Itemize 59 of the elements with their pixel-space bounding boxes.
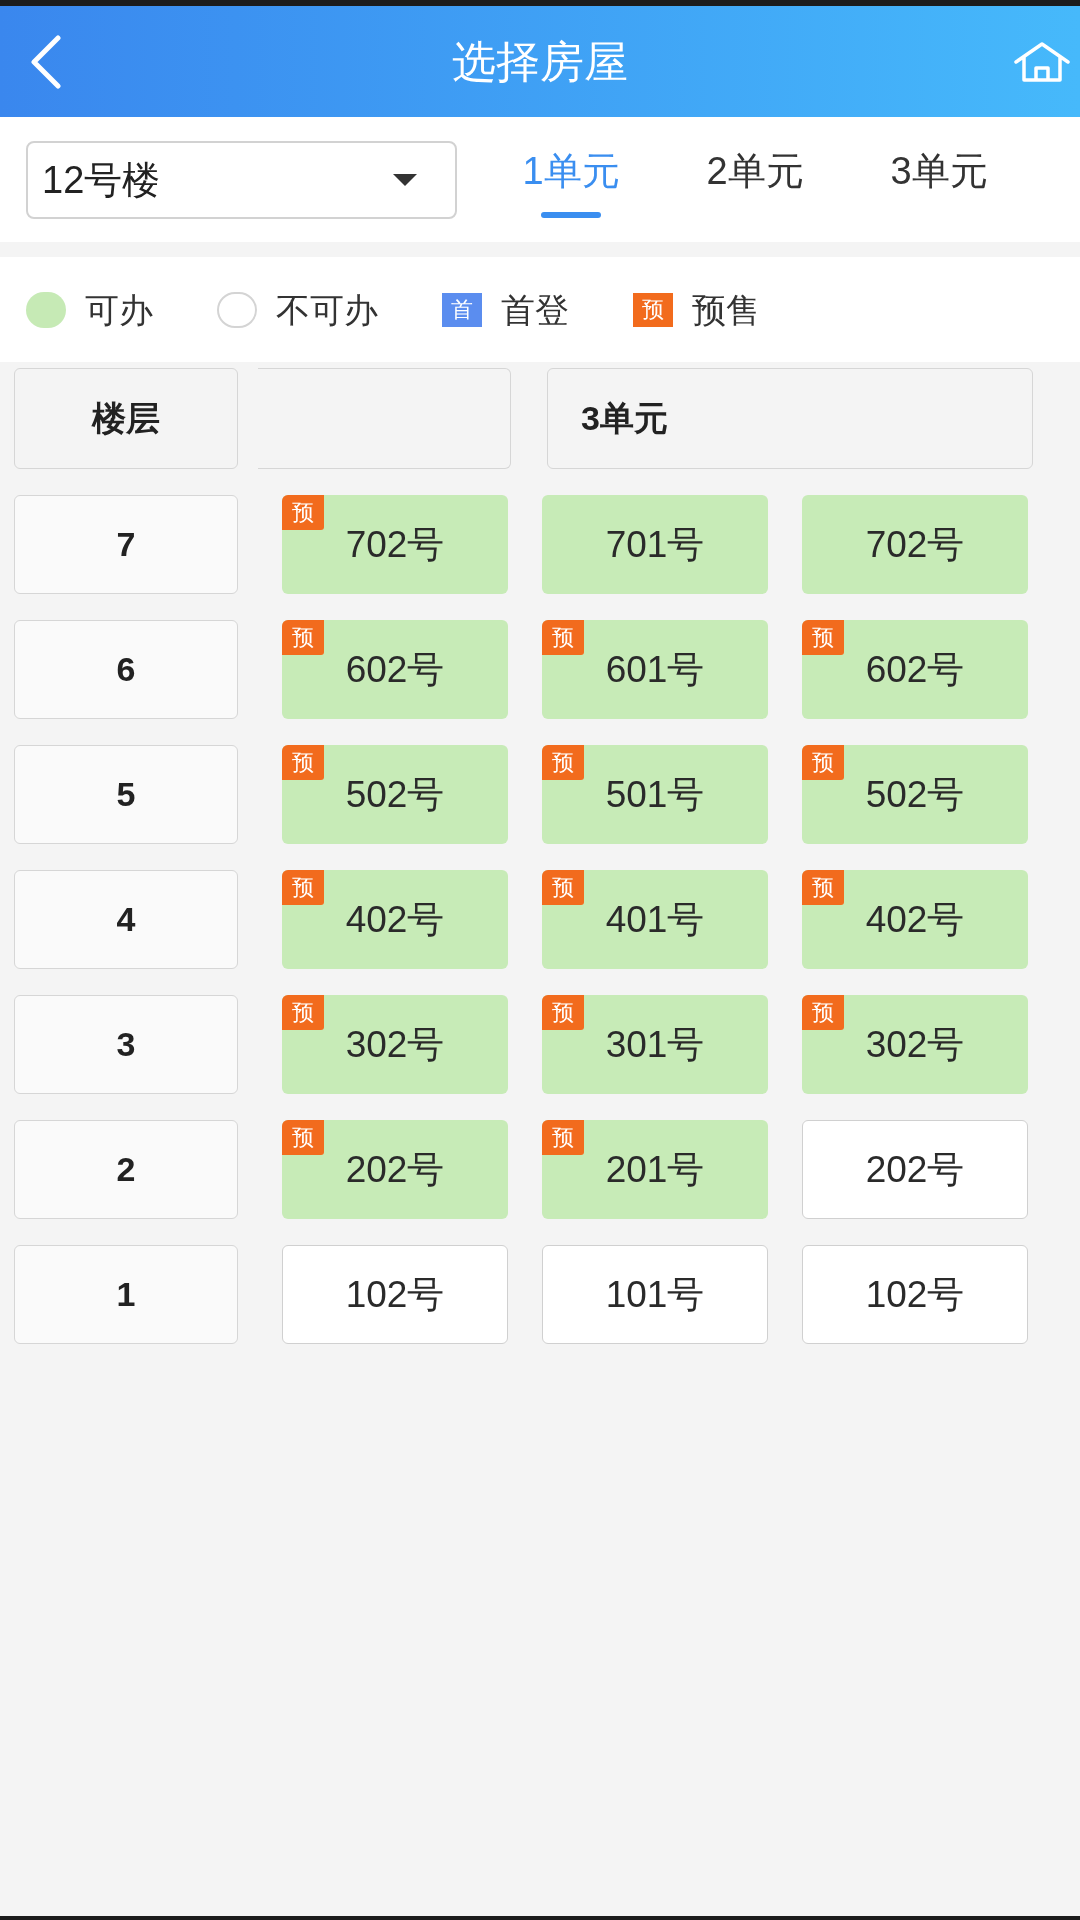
room-button[interactable]: 102号 — [802, 1245, 1028, 1344]
room-button[interactable]: 302号 预 — [802, 995, 1028, 1094]
room-button[interactable]: 102号 — [282, 1245, 508, 1344]
presale-tag: 预 — [802, 745, 844, 780]
room-button[interactable]: 101号 — [542, 1245, 768, 1344]
presale-tag: 预 — [282, 745, 324, 780]
legend-ring-icon — [217, 291, 257, 328]
caret-icon — [393, 174, 417, 186]
room-button[interactable]: 202号 预 — [282, 1120, 508, 1219]
presale-tag: 预 — [282, 620, 324, 655]
floor-cell: 7 — [14, 495, 238, 594]
room-button[interactable]: 302号 预 — [282, 995, 508, 1094]
presale-tag: 预 — [802, 870, 844, 905]
room-button[interactable]: 402号 预 — [282, 870, 508, 969]
room-button[interactable]: 601号 预 — [542, 620, 768, 719]
presale-tag: 预 — [542, 995, 584, 1030]
room-button[interactable]: 702号 — [802, 495, 1028, 594]
unit-tab[interactable]: 3单元 — [847, 117, 1031, 218]
presale-tag: 预 — [542, 620, 584, 655]
floor-cell: 5 — [14, 745, 238, 844]
column-header: 3单元 — [547, 368, 1033, 469]
floor-cell: 3 — [14, 995, 238, 1094]
presale-tag: 预 — [282, 870, 324, 905]
room-button[interactable]: 502号 预 — [802, 745, 1028, 844]
presale-tag: 预 — [542, 1120, 584, 1155]
legend-label: 预售 — [692, 289, 760, 331]
legend-label: 首登 — [501, 289, 569, 331]
presale-tag: 预 — [282, 995, 324, 1030]
floor-cell: 6 — [14, 620, 238, 719]
column-header: 楼层 — [14, 368, 238, 469]
floor-cell: 1 — [14, 1245, 238, 1344]
home-icon — [1014, 41, 1070, 82]
unit-tab[interactable]: 2单元 — [663, 117, 847, 218]
room-button[interactable]: 402号 预 — [802, 870, 1028, 969]
presale-tag: 预 — [802, 995, 844, 1030]
room-button[interactable]: 701号 — [542, 495, 768, 594]
page-title: 选择房屋 — [451, 35, 629, 88]
legend-label: 可办 — [85, 289, 153, 331]
room-button[interactable]: 202号 — [802, 1120, 1028, 1219]
legend-tag: 首 — [442, 292, 482, 327]
room-button[interactable]: 502号 预 — [282, 745, 508, 844]
room-button[interactable]: 401号 预 — [542, 870, 768, 969]
legend-tag: 预 — [633, 292, 673, 327]
room-button[interactable]: 501号 预 — [542, 745, 768, 844]
room-button[interactable]: 602号 预 — [802, 620, 1028, 719]
floor-cell: 4 — [14, 870, 238, 969]
presale-tag: 预 — [542, 870, 584, 905]
presale-tag: 预 — [282, 495, 324, 530]
legend-label: 不可办 — [276, 289, 378, 331]
room-button[interactable]: 602号 预 — [282, 620, 508, 719]
presale-tag: 预 — [542, 745, 584, 780]
presale-tag: 预 — [802, 620, 844, 655]
back-icon — [31, 34, 61, 89]
room-button[interactable]: 301号 预 — [542, 995, 768, 1094]
presale-tag: 预 — [282, 1120, 324, 1155]
floor-cell: 2 — [14, 1120, 238, 1219]
room-button[interactable]: 201号 预 — [542, 1120, 768, 1219]
building-select[interactable]: 12号楼 — [26, 141, 457, 219]
room-button[interactable]: 702号 预 — [282, 495, 508, 594]
